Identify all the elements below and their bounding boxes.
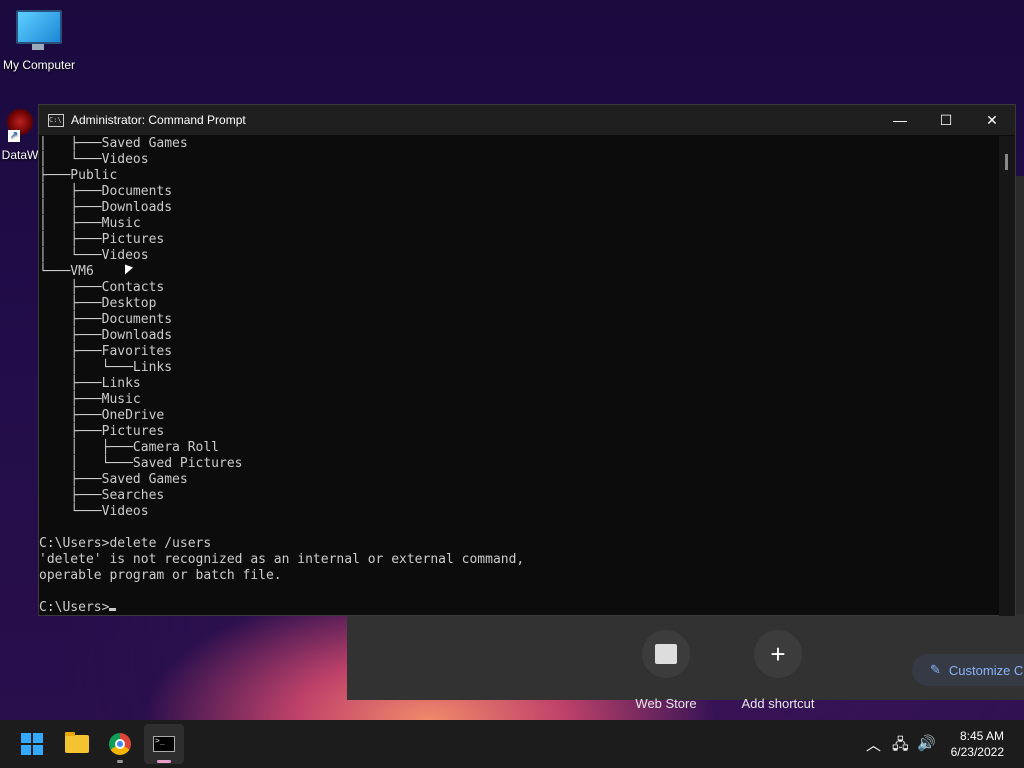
console-line: ├───Public	[39, 168, 118, 183]
console-line: │ ├───Downloads	[39, 200, 173, 215]
minimize-button[interactable]: —	[877, 105, 923, 135]
desktop-icon-my-computer[interactable]: My Computer	[0, 10, 78, 72]
vertical-scrollbar[interactable]	[999, 136, 1015, 616]
network-icon[interactable]: 🖧	[892, 734, 909, 759]
prompt-text: C:\Users>	[39, 600, 110, 615]
console-line: │ ├───Pictures	[39, 232, 165, 247]
console-line: │ └───Videos	[39, 152, 149, 167]
taskbar-chrome[interactable]	[100, 724, 140, 764]
console-line: ├───Music	[39, 392, 141, 407]
console-line: ├───Searches	[39, 488, 165, 503]
desktop-icon-dataw[interactable]: ↗ DataW	[0, 108, 40, 162]
windows-start-icon	[21, 733, 43, 755]
taskbar-command-prompt[interactable]: >_	[144, 724, 184, 764]
console-line: C:\Users>delete /users	[39, 536, 212, 551]
running-indicator	[117, 760, 123, 763]
console-line: operable program or batch file.	[39, 568, 282, 583]
customize-label: Customize C	[948, 662, 1024, 678]
active-indicator	[157, 760, 171, 763]
text-cursor	[109, 608, 117, 611]
volume-icon[interactable]: 🔊	[917, 734, 936, 752]
console-line: │ └───Saved Pictures	[39, 456, 243, 471]
shortcut-web-store[interactable]: Web Store	[626, 630, 706, 711]
title-bar[interactable]: C:\ Administrator: Command Prompt — ☐ ✕	[39, 105, 1015, 135]
window-title: Administrator: Command Prompt	[71, 113, 246, 127]
console-line: └───VM6	[39, 264, 94, 279]
customize-chrome-button[interactable]: ✎ Customize C	[912, 654, 1024, 686]
console-line: ├───Desktop	[39, 296, 157, 311]
console-line: │ ├───Saved Games	[39, 136, 188, 151]
clock-time: 8:45 AM	[959, 729, 1004, 743]
web-store-icon	[642, 630, 690, 678]
console-line: ├───Documents	[39, 312, 173, 327]
console-line: ├───Favorites	[39, 344, 173, 359]
browser-window-edge	[1016, 176, 1024, 616]
plus-icon: +	[754, 630, 802, 678]
clock[interactable]: 8:45 AM 6/23/2022	[951, 728, 1004, 760]
console-line: │ ├───Documents	[39, 184, 173, 199]
dataw-app-icon: ↗	[6, 108, 34, 142]
console-output[interactable]: │ ├───Saved Games │ └───Videos ├───Public │…	[39, 136, 1001, 616]
console-line: ├───Contacts	[39, 280, 165, 295]
desktop-icon-label: My Computer	[2, 58, 76, 72]
command-prompt-line[interactable]: C:\Users>	[39, 600, 1001, 616]
console-line: ├───Downloads	[39, 328, 173, 343]
console-line: ├───OneDrive	[39, 408, 165, 423]
taskbar: >_ ︿ 🖧 🔊 8:45 AM 6/23/2022	[0, 720, 1024, 768]
console-line: 'delete' is not recognized as an interna…	[39, 552, 525, 567]
taskbar-file-explorer[interactable]	[57, 724, 97, 764]
console-text: │ ├───Saved Games │ └───Videos ├───Public │…	[39, 136, 1001, 600]
shortcut-label: Web Store	[635, 696, 697, 711]
shortcut-arrow-icon: ↗	[8, 130, 20, 142]
pencil-icon: ✎	[930, 662, 941, 677]
chrome-icon	[109, 733, 131, 755]
console-line: ├───Links	[39, 376, 141, 391]
console-line: │ ├───Camera Roll	[39, 440, 220, 455]
console-line: ├───Saved Games	[39, 472, 188, 487]
scrollbar-thumb[interactable]	[1005, 154, 1008, 170]
shortcut-label: Add shortcut	[741, 696, 815, 711]
console-line: │ └───Videos	[39, 248, 149, 263]
console-line: ├───Pictures	[39, 424, 165, 439]
command-prompt-window[interactable]: C:\ Administrator: Command Prompt — ☐ ✕ …	[38, 104, 1016, 616]
terminal-icon: >_	[153, 736, 175, 752]
clock-date: 6/23/2022	[950, 745, 1004, 759]
console-line: └───Videos	[39, 504, 149, 519]
show-hidden-icons-chevron-icon[interactable]: ︿	[866, 734, 881, 755]
folder-icon	[65, 732, 89, 753]
shortcut-add[interactable]: + Add shortcut	[738, 630, 818, 711]
desktop-icon-label: DataW	[1, 148, 39, 162]
maximize-button[interactable]: ☐	[923, 105, 969, 135]
console-line: │ ├───Music	[39, 216, 141, 231]
cmd-icon: C:\	[48, 113, 64, 127]
monitor-icon	[16, 10, 62, 50]
console-line: │ └───Links	[39, 360, 173, 375]
start-button[interactable]	[12, 724, 52, 764]
close-button[interactable]: ✕	[969, 105, 1015, 135]
